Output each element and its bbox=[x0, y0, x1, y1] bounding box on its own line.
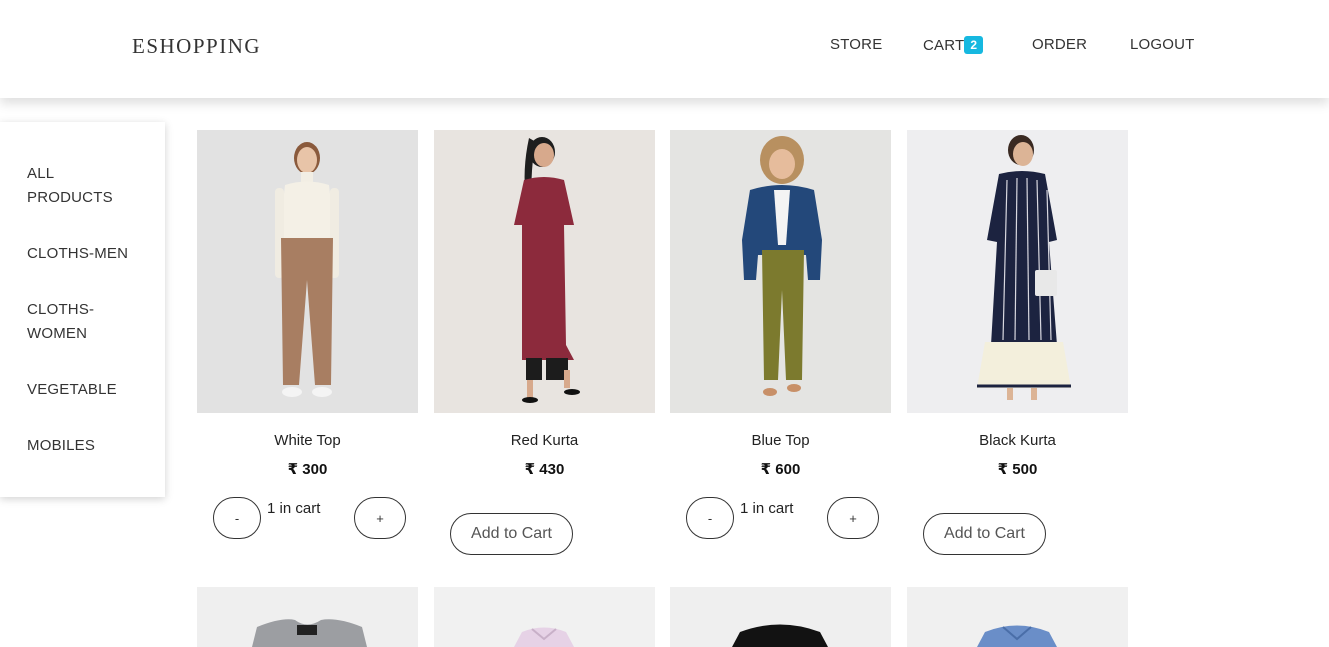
add-to-cart-button[interactable]: Add to Cart bbox=[450, 513, 573, 555]
cart-count-badge: 2 bbox=[964, 36, 984, 54]
top-navbar: ESHOPPING STORE CART 2 ORDER LOGOUT bbox=[0, 0, 1329, 98]
brand-logo[interactable]: ESHOPPING bbox=[132, 34, 261, 59]
product-image[interactable] bbox=[907, 130, 1128, 413]
product-image[interactable] bbox=[434, 130, 655, 413]
sidebar-item-label: VEGETABLE bbox=[27, 381, 117, 398]
product-name: Black Kurta bbox=[979, 432, 1056, 449]
nav-store-link[interactable]: STORE bbox=[830, 36, 882, 53]
sidebar-item-label: MOBILES bbox=[27, 437, 96, 454]
sidebar-item-label: CLOTHS-MEN bbox=[27, 245, 129, 262]
product-price: ₹ 500 bbox=[997, 461, 1038, 478]
nav-cart-link[interactable]: CART 2 bbox=[923, 36, 984, 54]
sidebar-item-label: ALL bbox=[27, 165, 55, 182]
nav-order-link[interactable]: ORDER bbox=[1032, 36, 1087, 53]
product-card: Black Kurta ₹ 500 Add to Cart bbox=[907, 130, 1128, 555]
nav-cart-label: CART bbox=[923, 37, 965, 54]
cart-quantity-label: 1 in cart bbox=[267, 500, 321, 517]
product-card: Blue Top ₹ 600 - 1 in cart + bbox=[670, 130, 891, 539]
sidebar-item-label: WOMEN bbox=[27, 325, 88, 342]
add-to-cart-button[interactable]: Add to Cart bbox=[923, 513, 1046, 555]
increase-quantity-button[interactable]: + bbox=[354, 497, 406, 539]
sidebar-item-vegetable[interactable]: VEGETABLE bbox=[27, 378, 147, 402]
sidebar-item-mobiles[interactable]: MOBILES bbox=[27, 434, 147, 458]
decrease-quantity-button[interactable]: - bbox=[213, 497, 261, 539]
nav-logout-link[interactable]: LOGOUT bbox=[1130, 36, 1195, 53]
product-image[interactable] bbox=[197, 130, 418, 413]
product-name: White Top bbox=[274, 432, 341, 449]
product-image[interactable] bbox=[670, 130, 891, 413]
product-price: ₹ 300 bbox=[287, 461, 328, 478]
product-card: Red Kurta ₹ 430 Add to Cart bbox=[434, 130, 655, 555]
product-image[interactable] bbox=[197, 587, 418, 647]
product-image[interactable] bbox=[434, 587, 655, 647]
product-image[interactable] bbox=[907, 587, 1128, 647]
product-image[interactable] bbox=[670, 587, 891, 647]
increase-quantity-button[interactable]: + bbox=[827, 497, 879, 539]
product-card: White Top ₹ 300 - 1 in cart + bbox=[197, 130, 418, 539]
category-sidebar: ALL PRODUCTS CLOTHS-MEN CLOTHS- WOMEN VE… bbox=[0, 122, 165, 497]
product-name: Blue Top bbox=[751, 432, 810, 449]
product-price: ₹ 600 bbox=[760, 461, 801, 478]
sidebar-item-cloths-women[interactable]: CLOTHS- WOMEN bbox=[27, 298, 147, 346]
product-price: ₹ 430 bbox=[524, 461, 565, 478]
decrease-quantity-button[interactable]: - bbox=[686, 497, 734, 539]
sidebar-item-label: PRODUCTS bbox=[27, 189, 113, 206]
cart-quantity-label: 1 in cart bbox=[740, 500, 794, 517]
sidebar-item-cloths-men[interactable]: CLOTHS-MEN bbox=[27, 242, 147, 266]
product-name: Red Kurta bbox=[510, 432, 579, 449]
sidebar-item-all-products[interactable]: ALL PRODUCTS bbox=[27, 162, 147, 210]
sidebar-item-label: CLOTHS- bbox=[27, 301, 95, 318]
